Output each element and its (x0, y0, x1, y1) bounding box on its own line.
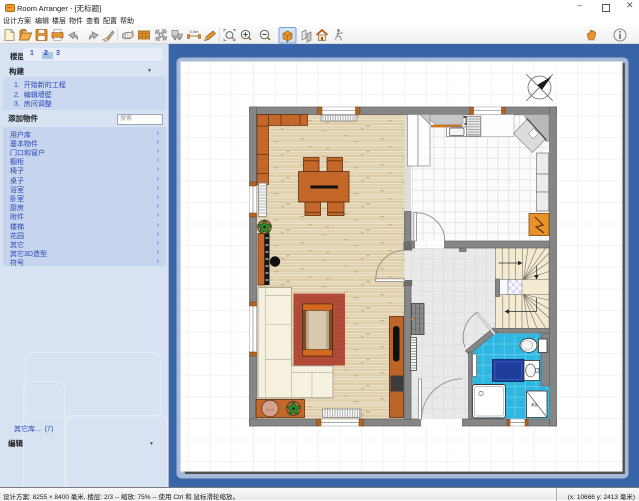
svg-text:淋浴: 淋浴 (531, 402, 538, 407)
svg-text:3.5m: 3.5m (190, 29, 200, 34)
